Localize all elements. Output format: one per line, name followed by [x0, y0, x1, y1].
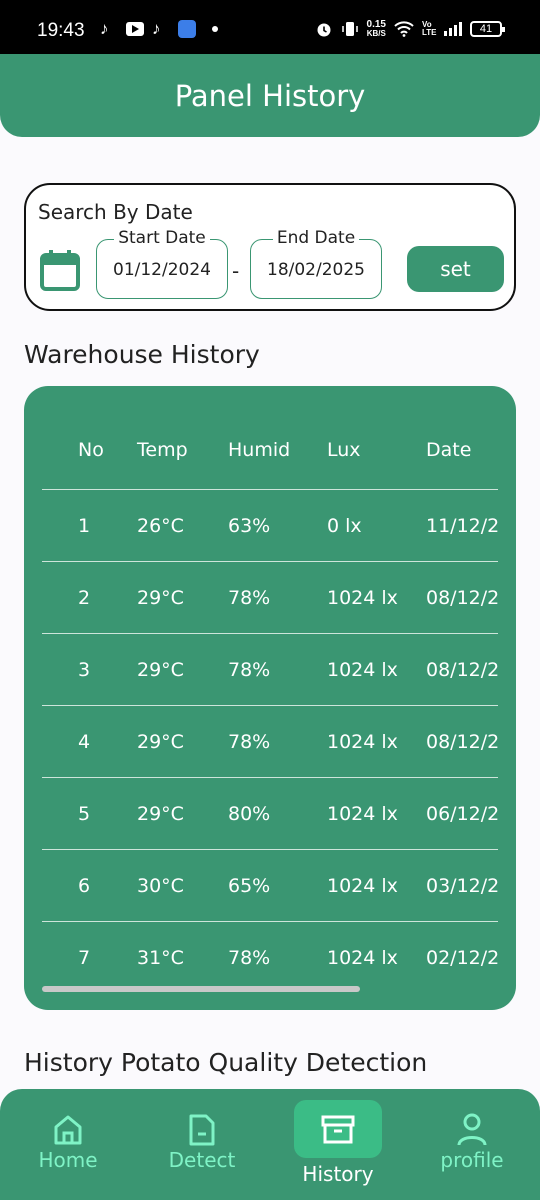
cell-no: 7	[78, 947, 91, 969]
cell-date: 08/12/2	[426, 658, 498, 681]
nav-item-profile[interactable]: profile	[432, 1089, 512, 1200]
vibrate-icon	[341, 22, 358, 36]
cell-temp: 29°C	[137, 802, 184, 825]
warehouse-history-table[interactable]: No Temp Humid Lux Date 1 26°C 63% 0 lx 1…	[24, 386, 516, 1010]
cell-no: 6	[78, 874, 91, 897]
cell-lux: 0 lx	[327, 514, 362, 537]
cell-date: 06/12/2	[426, 802, 498, 825]
table-row: 7 31°C 78% 1024 lx 02/12/2	[42, 922, 498, 986]
status-time: 19:43	[37, 20, 85, 41]
tiktok-icon: ♪	[152, 19, 161, 38]
column-header-temp: Temp	[137, 438, 188, 461]
end-date-label: End Date	[272, 228, 360, 248]
cell-humid: 78%	[228, 730, 271, 753]
column-header-humid: Humid	[228, 438, 291, 461]
table-scroll-area[interactable]: No Temp Humid Lux Date 1 26°C 63% 0 lx 1…	[42, 386, 498, 986]
cell-date: 08/12/2	[426, 730, 498, 753]
end-date-value: 18/02/2025	[267, 260, 365, 280]
end-date-field[interactable]: End Date 18/02/2025	[250, 228, 382, 299]
date-search-card: Search By Date Start Date 01/12/2024 - E…	[24, 183, 516, 311]
status-indicators: 0.15 KB/S Vo LTE 41	[315, 19, 505, 39]
start-date-label: Start Date	[114, 228, 210, 248]
set-button[interactable]: set	[407, 246, 504, 292]
column-header-lux: Lux	[327, 438, 361, 461]
horizontal-scrollbar[interactable]	[42, 986, 360, 992]
cell-lux: 1024 lx	[327, 802, 398, 825]
cell-no: 4	[78, 730, 91, 753]
table-row: 4 29°C 78% 1024 lx 08/12/2	[42, 706, 498, 778]
network-speed: 0.15 KB/S	[366, 19, 386, 39]
home-icon	[54, 1115, 82, 1145]
cell-lux: 1024 lx	[327, 874, 398, 897]
cell-humid: 78%	[228, 658, 271, 681]
cell-humid: 63%	[228, 514, 271, 537]
cell-no: 1	[78, 514, 91, 537]
status-bar: 19:43 ♪ ♪ 0.15 KB/S Vo LTE 41	[0, 0, 540, 54]
nav-item-history[interactable]: History	[294, 1089, 382, 1200]
column-header-no: No	[78, 438, 104, 461]
column-header-date: Date	[426, 438, 472, 461]
cell-lux: 1024 lx	[327, 947, 398, 969]
table-row: 1 26°C 63% 0 lx 11/12/20	[42, 490, 498, 562]
table-row: 3 29°C 78% 1024 lx 08/12/2	[42, 634, 498, 706]
warehouse-history-title: Warehouse History	[24, 340, 260, 369]
archive-box-icon	[321, 1115, 355, 1144]
wifi-icon	[394, 21, 414, 37]
cell-lux: 1024 lx	[327, 586, 398, 609]
start-date-value: 01/12/2024	[113, 260, 211, 280]
cell-lux: 1024 lx	[327, 730, 398, 753]
start-date-field[interactable]: Start Date 01/12/2024	[96, 228, 228, 299]
cell-humid: 78%	[228, 586, 271, 609]
cell-humid: 80%	[228, 802, 271, 825]
nav-label-profile: profile	[440, 1148, 504, 1172]
cell-temp: 29°C	[137, 586, 184, 609]
volte-indicator: Vo LTE	[422, 20, 437, 37]
table-header-row: No Temp Humid Lux Date	[42, 410, 498, 490]
table-row: 6 30°C 65% 1024 lx 03/12/2	[42, 850, 498, 922]
battery-icon: 41	[470, 21, 505, 37]
status-app-icons: ♪ ♪	[100, 20, 218, 38]
cell-no: 2	[78, 586, 91, 609]
date-separator: -	[232, 259, 240, 283]
cell-temp: 30°C	[137, 874, 184, 897]
cell-humid: 78%	[228, 947, 271, 969]
table-row: 5 29°C 80% 1024 lx 06/12/2	[42, 778, 498, 850]
cell-temp: 26°C	[137, 514, 184, 537]
cell-date: 08/12/2	[426, 586, 498, 609]
app-header: Panel History	[0, 54, 540, 137]
tiktok-icon: ♪	[100, 19, 109, 38]
cell-temp: 31°C	[137, 947, 184, 969]
nav-item-home[interactable]: Home	[28, 1089, 108, 1200]
youtube-icon	[126, 22, 144, 36]
calendar-icon[interactable]	[40, 249, 80, 291]
weather-app-icon	[178, 20, 196, 38]
cell-date: 03/12/2	[426, 874, 498, 897]
cell-date: 11/12/20	[426, 514, 498, 537]
nav-label-history: History	[302, 1162, 374, 1186]
document-icon	[189, 1114, 215, 1146]
nav-label-detect: Detect	[168, 1148, 236, 1172]
cell-no: 5	[78, 802, 91, 825]
user-icon	[457, 1113, 487, 1146]
bottom-navigation: Home Detect History profile	[0, 1089, 540, 1200]
cell-no: 3	[78, 658, 91, 681]
nav-label-home: Home	[38, 1148, 98, 1172]
alarm-icon	[317, 23, 331, 37]
potato-quality-history-title: History Potato Quality Detection	[24, 1048, 428, 1077]
cell-lux: 1024 lx	[327, 658, 398, 681]
date-search-title: Search By Date	[38, 200, 193, 224]
cell-humid: 65%	[228, 874, 271, 897]
signal-strength-icon	[444, 22, 462, 36]
table-row: 2 29°C 78% 1024 lx 08/12/2	[42, 562, 498, 634]
cell-temp: 29°C	[137, 658, 184, 681]
page-title: Panel History	[174, 78, 366, 113]
cell-date: 02/12/2	[426, 947, 498, 969]
notification-dot-icon	[212, 26, 218, 32]
cell-temp: 29°C	[137, 730, 184, 753]
nav-item-detect[interactable]: Detect	[162, 1089, 242, 1200]
